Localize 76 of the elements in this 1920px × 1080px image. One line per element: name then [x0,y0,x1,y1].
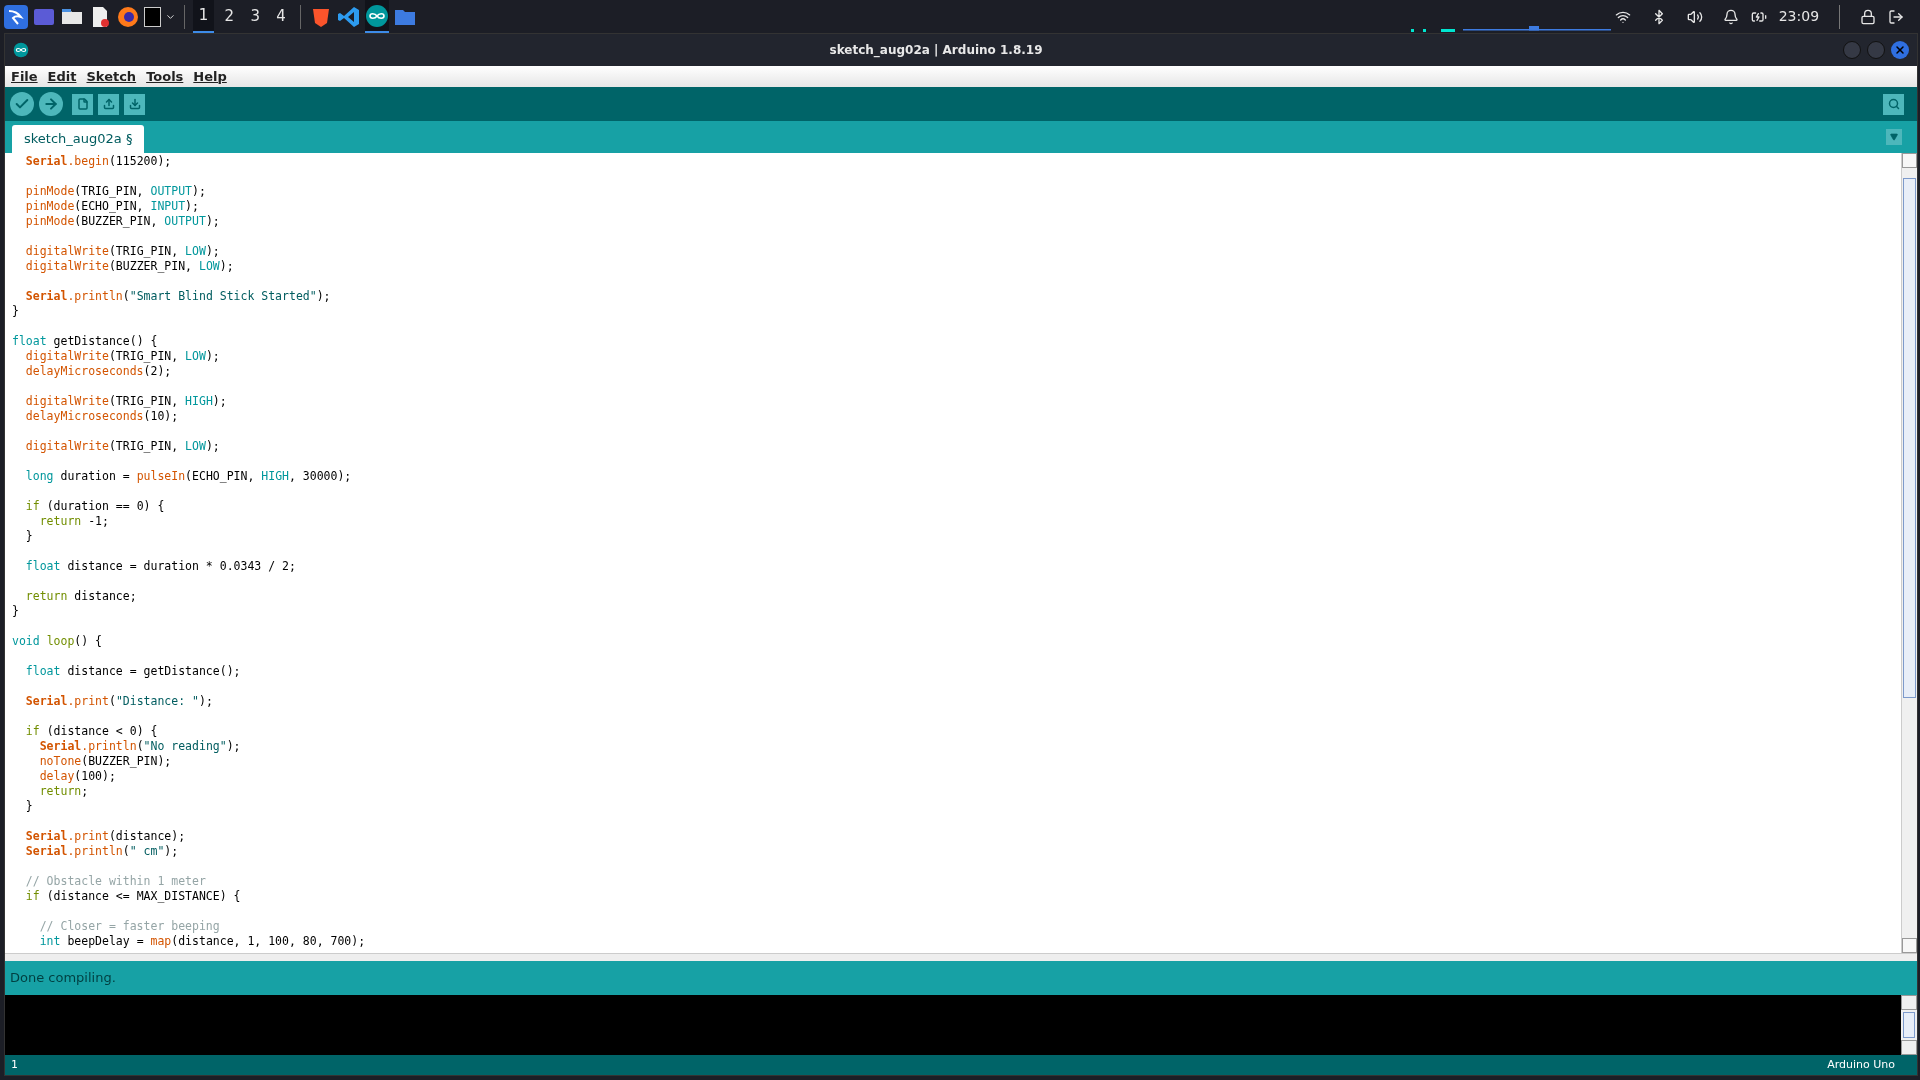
workspace-tab[interactable]: 1 [192,0,215,33]
code-line: } [24,529,33,544]
scrollbar[interactable] [1901,995,1917,1055]
menu-item[interactable]: Sketch [86,66,137,87]
sketch-tab[interactable]: sketch_aug02a § [12,125,145,153]
open-button[interactable] [98,93,119,115]
code-line: Serial.print(distance); [24,829,186,844]
menu-item[interactable]: Tools [146,66,184,87]
code-line: // Obstacle within 1 meter [24,874,206,889]
code-line: float distance = duration * 0.0343 / 2; [24,559,296,574]
code-line: return distance; [24,589,137,604]
file-icon [76,98,89,110]
arrow-down-icon [128,98,141,110]
new-button[interactable] [72,93,93,115]
arrow-right-icon [43,96,59,112]
code-line: digitalWrite(TRIG_PIN, LOW); [24,244,220,259]
code-line: // Closer = faster beeping [38,919,220,934]
code-line: Serial.begin(115200); [24,154,172,169]
volume-icon[interactable] [1686,8,1703,25]
code-line: pinMode(ECHO_PIN, INPUT); [24,199,199,214]
window-title: sketch_aug02a | Arduino 1.8.19 [829,42,1043,59]
code-line: digitalWrite(TRIG_PIN, LOW); [24,439,220,454]
code-line: return -1; [38,514,109,529]
code-line: int beepDelay = map(distance, 1, 100, 80, 700); [38,934,366,949]
workspace-tab[interactable]: 2 [218,0,241,33]
code-line: if (distance <= MAX_DISTANCE) { [24,889,241,904]
code-line: float getDistance() { [12,334,158,349]
serial-monitor-button[interactable] [1883,93,1904,115]
code-line: Serial.println(" cm"); [24,844,179,859]
code-line: if (distance < 0) { [24,724,158,739]
bell-icon[interactable] [1722,8,1739,25]
code-line: digitalWrite(BUZZER_PIN, LOW); [24,259,234,274]
triangle-down-icon [1890,133,1898,141]
code-line: void loop() { [12,634,103,649]
logout-icon[interactable] [1888,8,1905,25]
status-message: Done compiling. [10,969,116,988]
scrollbar[interactable] [1901,153,1917,953]
code-line: } [12,304,19,319]
code-line: long duration = pulseIn(ECHO_PIN, HIGH, 30000); [24,469,352,484]
save-button[interactable] [124,93,145,115]
code-line: } [24,799,33,814]
code-line: return; [38,784,89,799]
code-line: pinMode(BUZZER_PIN, OUTPUT); [24,214,220,229]
workspace-tab[interactable]: 4 [270,0,292,33]
code-line: noTone(BUZZER_PIN); [38,754,172,769]
code-line: } [12,604,19,619]
tab-menu-button[interactable] [1886,129,1902,145]
board-name: Arduino Uno [1827,1056,1895,1073]
code-line: delayMicroseconds(2); [24,364,172,379]
code-editor-icon[interactable] [336,4,361,29]
code-line: Serial.println("No reading"); [38,739,241,754]
code-line: Serial.print("Distance: "); [24,694,213,709]
infinity-icon [13,42,29,58]
code-line: digitalWrite(TRIG_PIN, LOW); [24,349,220,364]
code-line: float distance = getDistance(); [24,664,241,679]
line-number: 1 [11,1056,18,1073]
terminal-icon[interactable] [144,6,161,27]
code-line: digitalWrite(TRIG_PIN, HIGH); [24,394,227,409]
code-line: if (duration == 0) { [24,499,165,514]
menu-item[interactable]: File [11,66,38,87]
code-line: pinMode(TRIG_PIN, OUTPUT); [24,184,206,199]
lock-icon[interactable] [1860,8,1877,25]
menu-item[interactable]: Edit [47,66,77,87]
clock: 23:09 [1778,7,1820,26]
close-icon [1894,44,1906,56]
verify-button[interactable] [10,92,34,116]
code-line: Serial.println("Smart Blind Stick Started"); [24,289,331,304]
code-line: delay(100); [38,769,116,784]
magnifier-icon [1887,98,1900,110]
menu-item[interactable]: Help [193,66,227,87]
infinity-icon[interactable] [364,3,389,28]
close-button[interactable] [1891,41,1909,59]
code-line: delayMicroseconds(10); [24,409,179,424]
arrow-up-icon [102,98,115,110]
workspace-tab[interactable]: 3 [244,0,267,33]
upload-button[interactable] [39,92,63,116]
